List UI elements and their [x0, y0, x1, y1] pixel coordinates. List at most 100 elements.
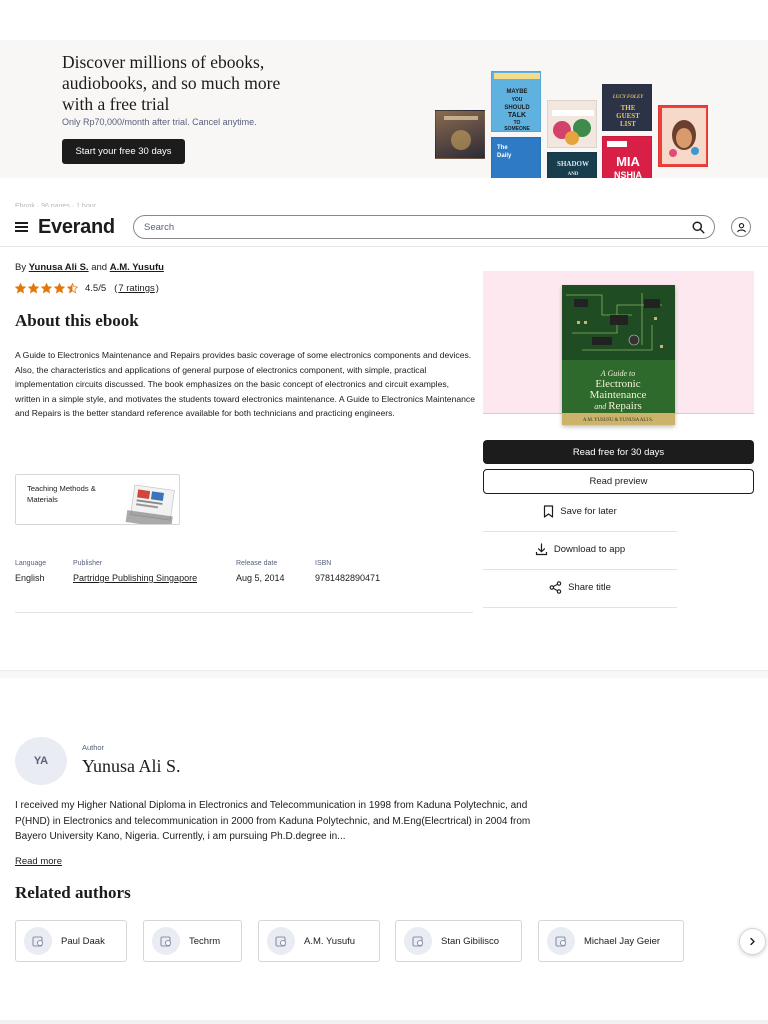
related-author-card[interactable]: Stan Gibilisco [395, 920, 522, 962]
svg-text:MAYBE: MAYBE [506, 89, 527, 95]
language-value: English [15, 573, 45, 583]
publisher-link[interactable]: Partridge Publishing Singapore [73, 573, 197, 583]
book-description: A Guide to Electronics Maintenance and R… [15, 350, 476, 419]
meta-release: Release date Aug 5, 2014 [236, 560, 285, 583]
promo-title: Discover millions of ebooks, audiobooks,… [62, 52, 281, 114]
save-label: Save for later [560, 505, 617, 517]
rating-value: 4.5/5 [85, 283, 107, 294]
start-trial-button[interactable]: Start your free 30 days [62, 139, 185, 164]
author-bio: I received my Higher National Diploma in… [15, 800, 531, 843]
language-label: Language [15, 560, 47, 567]
star-icon [28, 283, 39, 294]
save-for-later-button[interactable]: Save for later [483, 492, 677, 530]
read-preview-button[interactable]: Read preview [483, 469, 754, 494]
promo-cover-talk-to-someone[interactable]: MAYBE YOU SHOULD TALK TO SOMEONE [491, 71, 541, 132]
topic-books-image [125, 484, 175, 524]
release-value: Aug 5, 2014 [236, 573, 285, 583]
book-cover: A Guide to Electronic Maintenance and Re… [562, 285, 675, 425]
isbn-label: ISBN [315, 560, 332, 567]
everand-logo[interactable]: Everand [38, 216, 115, 239]
related-author-name: Paul Daak [61, 935, 105, 947]
svg-text:SOMEONE: SOMEONE [504, 126, 530, 132]
related-author-name: Stan Gibilisco [441, 935, 500, 947]
meta-isbn: ISBN 9781482890471 [315, 560, 380, 583]
divider [15, 612, 473, 613]
svg-text:and Repairs: and Repairs [594, 400, 642, 412]
related-author-name: Techrm [189, 935, 221, 947]
rating: 4.5/5 (7 ratings) [15, 283, 159, 294]
publisher-label: Publisher [73, 560, 103, 567]
svg-text:NSHIA: NSHIA [614, 170, 643, 178]
star-rating [15, 283, 80, 294]
related-author-card[interactable]: Techrm [143, 920, 242, 962]
byline-and: and [91, 262, 108, 273]
star-icon [15, 283, 26, 294]
author-placeholder-icon [267, 927, 295, 955]
promo-cover-portrait[interactable] [658, 105, 708, 167]
hamburger-menu-icon[interactable] [15, 222, 28, 232]
author-placeholder-icon [547, 927, 575, 955]
svg-text:LUCY FOLEY: LUCY FOLEY [612, 95, 644, 100]
promo-banner: Discover millions of ebooks, audiobooks,… [0, 40, 768, 178]
related-author-name: A.M. Yusufu [304, 935, 356, 947]
author-placeholder-icon [152, 927, 180, 955]
account-icon[interactable] [731, 217, 751, 237]
promo-cover-fantasy[interactable] [435, 110, 485, 159]
author-placeholder-icon [404, 927, 432, 955]
isbn-value: 9781482890471 [315, 573, 381, 583]
promo-cover-guest-list[interactable]: LUCY FOLEY THE GUEST LIST [602, 84, 652, 131]
topic-label: Teaching Methods & Materials [27, 484, 96, 504]
svg-text:The: The [497, 145, 508, 151]
svg-text:YOU: YOU [512, 97, 523, 103]
action-divider [483, 607, 677, 608]
svg-text:THE: THE [621, 104, 636, 112]
svg-text:SHADOW: SHADOW [557, 160, 589, 168]
author-link-yusufu[interactable]: A.M. Yusufu [110, 262, 164, 273]
release-label: Release date [236, 560, 278, 567]
related-author-card[interactable]: Michael Jay Geier [538, 920, 684, 962]
download-label: Download to app [553, 543, 626, 555]
promo-cover-the-daily[interactable]: The Daily [491, 137, 541, 178]
read-more-link[interactable]: Read more [15, 856, 62, 867]
site-header: Everand [0, 207, 768, 247]
search-icon[interactable] [692, 221, 705, 234]
search-bar[interactable] [133, 215, 715, 239]
ratings-link[interactable]: 7 ratings [118, 283, 154, 294]
promo-subtitle: Only Rp70,000/month after trial. Cancel … [62, 117, 257, 127]
share-title-button[interactable]: Share title [483, 568, 677, 606]
svg-text:LIST: LIST [620, 120, 636, 128]
related-author-name: Michael Jay Geier [584, 935, 661, 947]
related-authors-heading: Related authors [15, 883, 131, 902]
svg-text:SHOULD: SHOULD [504, 105, 530, 111]
svg-text:Daily: Daily [497, 153, 512, 159]
search-input[interactable] [144, 219, 664, 235]
promo-cover-red-title[interactable]: MIA NSHIA [602, 136, 652, 178]
promo-cover-how-to-do-nothing[interactable] [547, 100, 597, 148]
svg-text:A.M. YUSUFU & YUNUSA ALI S.: A.M. YUSUFU & YUNUSA ALI S. [583, 418, 653, 423]
author-name[interactable]: Yunusa Ali S. [82, 756, 181, 777]
share-icon [549, 580, 562, 594]
chevron-right-icon[interactable] [739, 928, 766, 955]
star-icon [67, 283, 78, 294]
byline: By Yunusa Ali S. and A.M. Yusufu [15, 262, 164, 273]
topic-card[interactable]: Teaching Methods & Materials [15, 474, 180, 525]
section-separator [0, 670, 768, 678]
related-author-card[interactable]: Paul Daak [15, 920, 127, 962]
svg-text:GUEST: GUEST [616, 112, 640, 120]
star-icon [41, 283, 52, 294]
meta-publisher: Publisher Partridge Publishing Singapore [73, 560, 197, 583]
share-label: Share title [568, 581, 611, 593]
byline-by: By [15, 262, 27, 273]
download-to-app-button[interactable]: Download to app [483, 530, 677, 568]
author-label: Author [82, 743, 105, 752]
author-avatar[interactable]: YA [15, 737, 67, 785]
promo-cover-shadow-and-bone[interactable]: SHADOWANDBONE [547, 152, 597, 178]
read-free-button[interactable]: Read free for 30 days [483, 440, 754, 464]
related-author-card[interactable]: A.M. Yusufu [258, 920, 380, 962]
svg-text:MIA: MIA [616, 154, 640, 169]
download-icon [535, 542, 547, 555]
author-link-yunusa[interactable]: Yunusa Ali S. [29, 262, 89, 273]
meta-language: Language English [15, 560, 46, 583]
svg-text:TALK: TALK [508, 112, 526, 119]
svg-text:AND: AND [568, 172, 579, 177]
